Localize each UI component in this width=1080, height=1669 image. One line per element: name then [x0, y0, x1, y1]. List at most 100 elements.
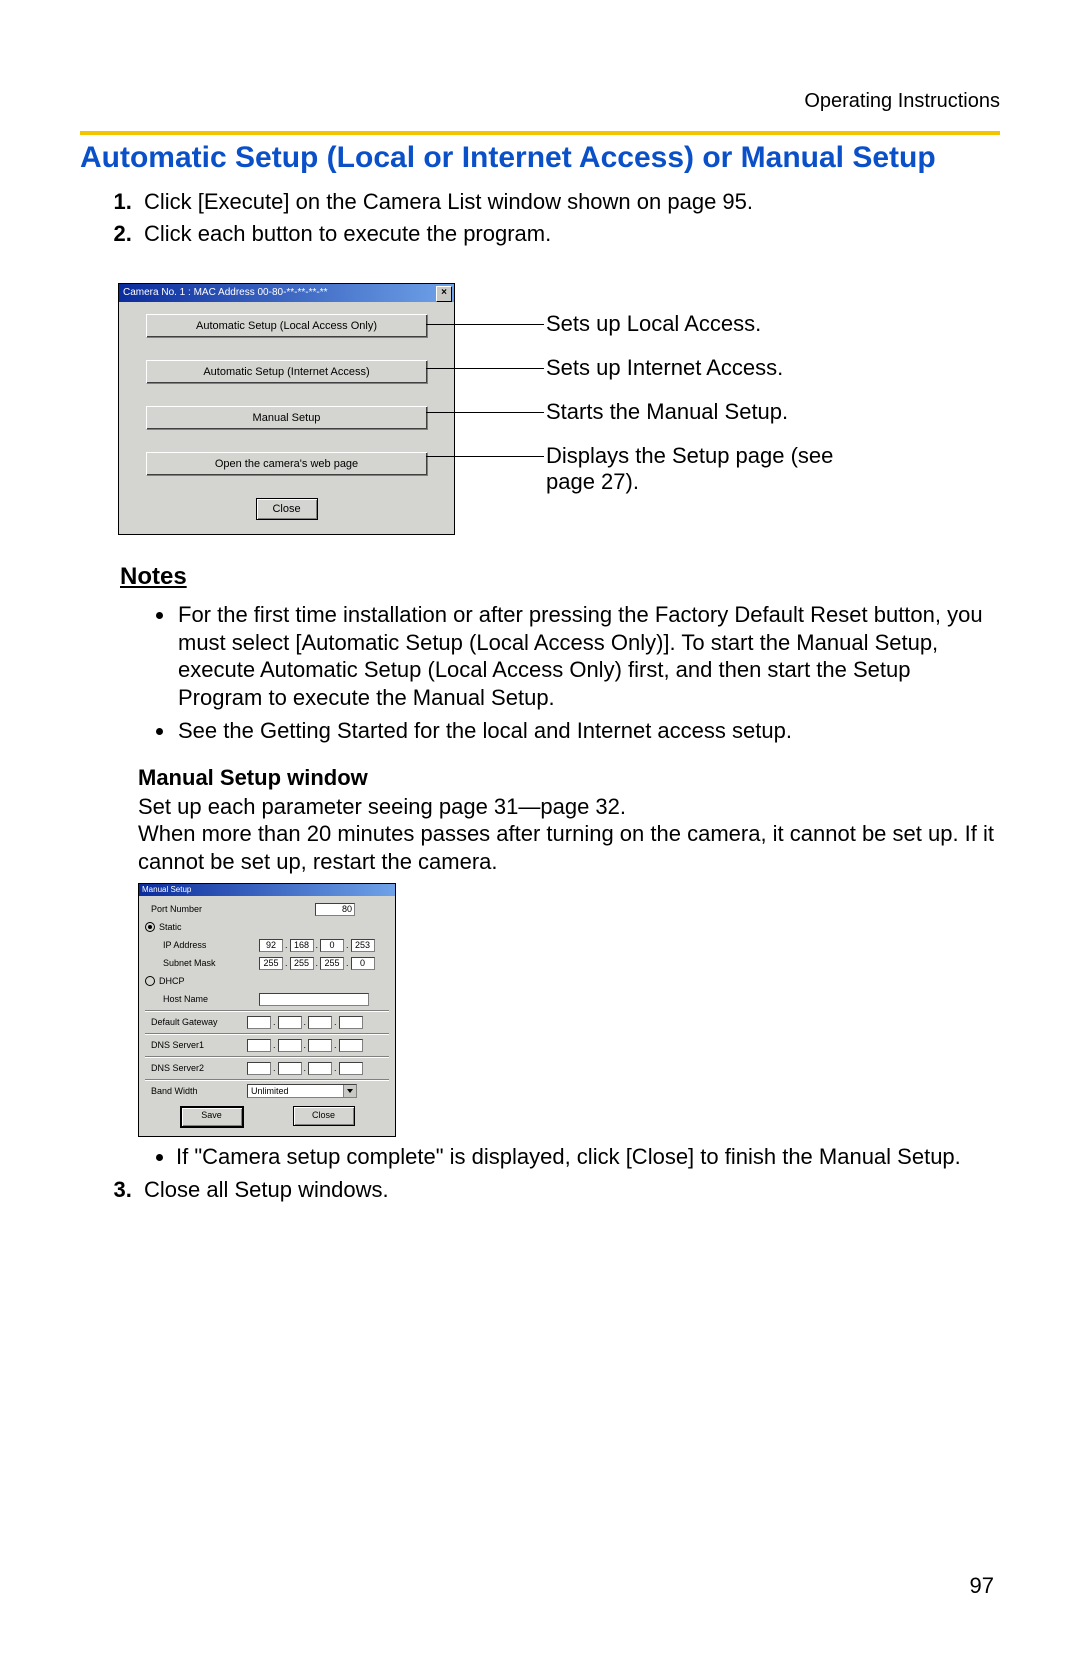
static-label: Static — [159, 922, 182, 932]
note-1: For the first time installation or after… — [176, 601, 1000, 711]
ip-octet-3[interactable] — [320, 939, 344, 952]
dot-icon: . — [334, 1040, 337, 1050]
step-list-cont: Close all Setup windows. — [128, 1177, 1000, 1203]
gw-octet-2[interactable] — [278, 1016, 302, 1029]
bandwidth-label: Band Width — [145, 1086, 247, 1096]
notes-heading: Notes — [120, 563, 1000, 591]
mask-row: Subnet Mask . . . — [145, 954, 389, 972]
dns1-label: DNS Server1 — [145, 1040, 247, 1050]
dialog2-buttons: Save Close — [145, 1100, 389, 1130]
dot-icon: . — [304, 1040, 307, 1050]
static-radio[interactable] — [145, 922, 155, 932]
callout-internet-access: Sets up Internet Access. — [546, 355, 783, 381]
divider — [145, 1033, 389, 1034]
auto-setup-local-button[interactable]: Automatic Setup (Local Access Only) — [146, 314, 428, 338]
leader-line — [426, 368, 544, 369]
dns1-octet-2[interactable] — [278, 1039, 302, 1052]
mask-octet-1[interactable] — [259, 957, 283, 970]
step-3: Close all Setup windows. — [138, 1177, 1000, 1203]
dhcp-radio[interactable] — [145, 976, 155, 986]
leader-line — [426, 324, 544, 325]
radio-dot-icon — [148, 925, 152, 929]
open-web-page-button[interactable]: Open the camera's web page — [146, 452, 428, 476]
manual-setup-p1: Set up each parameter seeing page 31—pag… — [138, 793, 1000, 821]
ip-octet-1[interactable] — [259, 939, 283, 952]
static-row: Static — [145, 918, 389, 936]
bandwidth-row: Band Width Unlimited — [145, 1082, 389, 1100]
dns2-row: DNS Server2 . . . — [145, 1059, 389, 1077]
gw-octet-3[interactable] — [308, 1016, 332, 1029]
callout-open-page-line1: Displays the Setup page (see — [546, 443, 833, 469]
mask-octet-2[interactable] — [290, 957, 314, 970]
divider — [145, 1079, 389, 1080]
dot-icon: . — [346, 940, 349, 950]
manual-setup-dialog: Manual Setup Port Number Static IP Addre… — [138, 883, 396, 1137]
dialog-title-text: Camera No. 1 : MAC Address 00-80-**-**-*… — [123, 287, 328, 298]
manual-setup-button[interactable]: Manual Setup — [146, 406, 428, 430]
close-icon[interactable]: × — [436, 286, 452, 302]
dot-icon: . — [273, 1040, 276, 1050]
dns2-octet-2[interactable] — [278, 1062, 302, 1075]
callout-manual-setup: Starts the Manual Setup. — [546, 399, 788, 425]
close-button[interactable]: Close — [256, 498, 318, 520]
save-button[interactable]: Save — [180, 1106, 244, 1128]
gateway-label: Default Gateway — [145, 1017, 247, 1027]
mask-octet-4[interactable] — [351, 957, 375, 970]
port-input[interactable] — [315, 903, 355, 916]
dns1-octet-3[interactable] — [308, 1039, 332, 1052]
notes-list: For the first time installation or after… — [176, 601, 1000, 745]
leader-line — [426, 412, 544, 413]
step-2-text: Click each button to execute the program… — [144, 221, 551, 246]
host-input[interactable] — [259, 993, 369, 1006]
callout-local-access: Sets up Local Access. — [546, 311, 761, 337]
leader-line — [426, 456, 544, 457]
dns2-octet-4[interactable] — [339, 1062, 363, 1075]
dns2-octet-1[interactable] — [247, 1062, 271, 1075]
step-3-text: Close all Setup windows. — [144, 1177, 389, 1202]
running-header: Operating Instructions — [80, 90, 1000, 113]
bandwidth-select[interactable]: Unlimited — [247, 1084, 357, 1098]
step-1-text: Click [Execute] on the Camera List windo… — [144, 189, 753, 214]
gateway-row: Default Gateway . . . — [145, 1013, 389, 1031]
close-button[interactable]: Close — [293, 1106, 355, 1126]
dot-icon: . — [346, 958, 349, 968]
header-rule — [80, 131, 1000, 135]
dns2-label: DNS Server2 — [145, 1063, 247, 1073]
mask-label: Subnet Mask — [145, 958, 259, 968]
port-row: Port Number — [145, 900, 389, 918]
dot-icon: . — [285, 940, 288, 950]
callout-open-page-line2: page 27). — [546, 469, 639, 495]
dns1-octet-4[interactable] — [339, 1039, 363, 1052]
gw-octet-1[interactable] — [247, 1016, 271, 1029]
dhcp-row: DHCP — [145, 972, 389, 990]
ip-label: IP Address — [145, 940, 259, 950]
ip-octet-4[interactable] — [351, 939, 375, 952]
dot-icon: . — [316, 958, 319, 968]
dot-icon: . — [316, 940, 319, 950]
ip-octet-2[interactable] — [290, 939, 314, 952]
mask-octet-3[interactable] — [320, 957, 344, 970]
section-heading: Automatic Setup (Local or Internet Acces… — [80, 141, 1000, 175]
divider — [145, 1010, 389, 1011]
after-note-list: If "Camera setup complete" is displayed,… — [176, 1143, 1000, 1171]
dns1-octet-1[interactable] — [247, 1039, 271, 1052]
step-2: Click each button to execute the program… — [138, 221, 1000, 247]
manual-dialog-body: Port Number Static IP Address . . . Subn… — [139, 896, 395, 1136]
chevron-down-icon — [343, 1085, 356, 1097]
dot-icon: . — [304, 1017, 307, 1027]
dot-icon: . — [273, 1063, 276, 1073]
ip-row: IP Address . . . — [145, 936, 389, 954]
bandwidth-value: Unlimited — [251, 1086, 289, 1096]
gw-octet-4[interactable] — [339, 1016, 363, 1029]
dot-icon: . — [285, 958, 288, 968]
document-page: Operating Instructions Automatic Setup (… — [0, 0, 1080, 1669]
note-2: See the Getting Started for the local an… — [176, 717, 1000, 745]
dot-icon: . — [304, 1063, 307, 1073]
dot-icon: . — [334, 1017, 337, 1027]
auto-setup-internet-button[interactable]: Automatic Setup (Internet Access) — [146, 360, 428, 384]
host-label: Host Name — [145, 994, 259, 1004]
manual-setup-heading: Manual Setup window — [138, 765, 1000, 791]
dns1-row: DNS Server1 . . . — [145, 1036, 389, 1054]
step-list: Click [Execute] on the Camera List windo… — [128, 189, 1000, 247]
dns2-octet-3[interactable] — [308, 1062, 332, 1075]
